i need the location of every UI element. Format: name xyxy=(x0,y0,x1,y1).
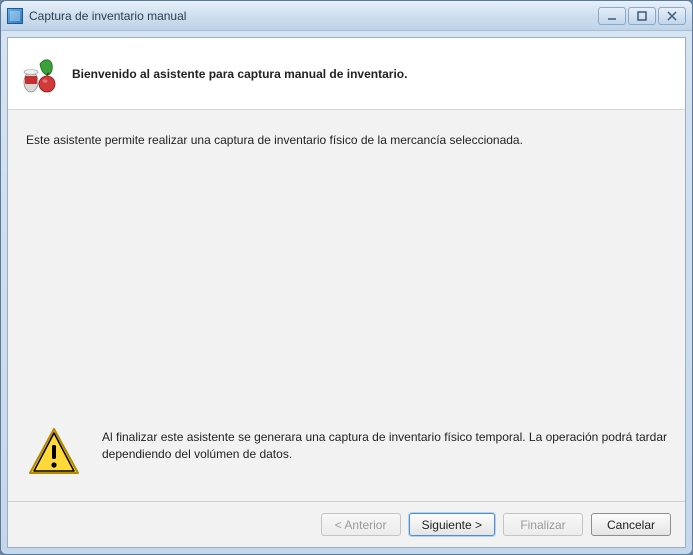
warning-icon xyxy=(26,425,82,481)
cancel-button[interactable]: Cancelar xyxy=(591,513,671,536)
dialog-window: Captura de inventario manual xyxy=(0,0,693,555)
warning-row: Al finalizar este asistente se generara … xyxy=(26,425,667,481)
next-button[interactable]: Siguiente > xyxy=(409,513,495,536)
titlebar[interactable]: Captura de inventario manual xyxy=(1,1,692,31)
close-button[interactable] xyxy=(658,7,686,25)
warning-text: Al finalizar este asistente se generara … xyxy=(102,425,667,463)
window-title: Captura de inventario manual xyxy=(29,9,186,23)
wizard-footer: < Anterior Siguiente > Finalizar Cancela… xyxy=(8,501,685,547)
minimize-button[interactable] xyxy=(598,7,626,25)
client-area: Bienvenido al asistente para captura man… xyxy=(7,37,686,548)
wizard-header: Bienvenido al asistente para captura man… xyxy=(8,38,685,110)
inventory-icon xyxy=(20,54,60,94)
app-icon xyxy=(7,8,23,24)
maximize-button[interactable] xyxy=(628,7,656,25)
finish-button: Finalizar xyxy=(503,513,583,536)
back-button: < Anterior xyxy=(321,513,401,536)
wizard-headline: Bienvenido al asistente para captura man… xyxy=(72,67,407,81)
intro-text: Este asistente permite realizar una capt… xyxy=(26,132,667,149)
wizard-body: Este asistente permite realizar una capt… xyxy=(8,110,685,501)
window-controls xyxy=(598,7,686,25)
